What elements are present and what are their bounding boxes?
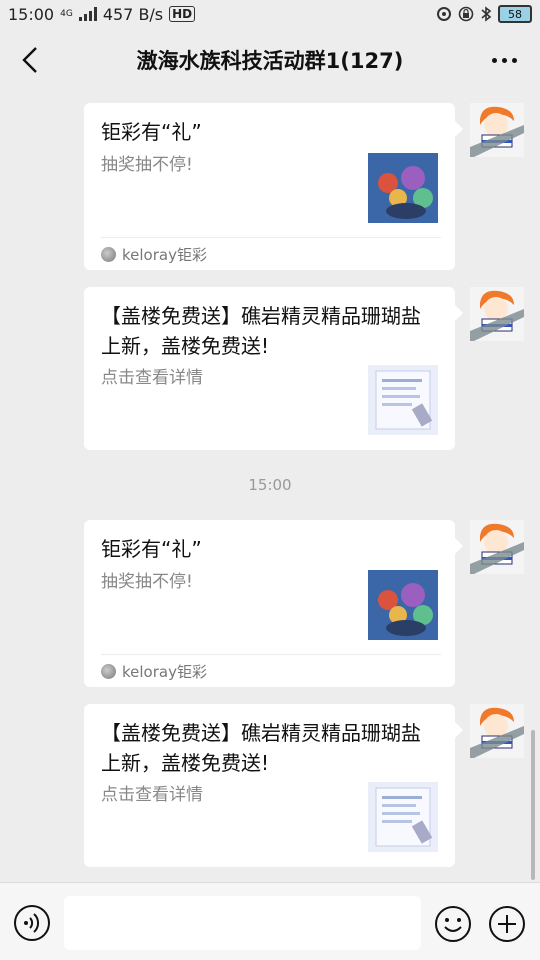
chat-header: 滶海水族科技活动群1(127) — [0, 28, 540, 92]
source-name: keloray钜彩 — [122, 662, 207, 681]
chat-title: 滶海水族科技活动群1(127) — [136, 49, 404, 73]
emoji-icon — [435, 906, 471, 942]
cartoon-avatar-icon — [470, 103, 524, 157]
more-dot — [511, 57, 517, 63]
card-thumbnail — [368, 570, 438, 640]
back-arrow-icon — [22, 47, 37, 73]
more-dots-icon — [491, 57, 497, 63]
input-bar — [0, 882, 540, 960]
source-logo-icon — [101, 663, 116, 679]
card-source: keloray钜彩 — [101, 654, 441, 687]
plus-icon — [489, 906, 525, 942]
card-thumbnail — [368, 782, 438, 852]
more-dot — [501, 57, 507, 63]
back-button[interactable] — [14, 42, 50, 78]
lock-rotation-icon — [458, 6, 474, 22]
more-functions-button[interactable] — [487, 904, 527, 944]
card-title: 【盖楼免费送】礁岩精灵精品珊瑚盐上新，盖楼免费送! — [101, 304, 421, 358]
avatar[interactable] — [470, 704, 524, 758]
battery-icon: 58 — [498, 5, 532, 23]
avatar[interactable] — [470, 103, 524, 157]
avatar[interactable] — [470, 287, 524, 341]
source-name: keloray钜彩 — [122, 245, 207, 264]
document-image — [368, 365, 438, 435]
scrollbar-thumb[interactable] — [531, 730, 535, 880]
cartoon-avatar-icon — [470, 520, 524, 574]
link-card[interactable]: 【盖楼免费送】礁岩精灵精品珊瑚盐上新，盖楼免费送! 点击查看详情 — [84, 704, 463, 867]
alarm-icon — [437, 7, 451, 21]
network-speed: 457 B/s — [102, 4, 164, 24]
link-card[interactable]: 钜彩有“礼” 抽奖抽不停! keloray钜彩 — [84, 103, 463, 270]
hd-icon: HD — [169, 6, 196, 22]
status-right: 58 — [436, 5, 532, 23]
source-logo-icon — [101, 246, 116, 262]
card-description: 点击查看详情 — [101, 785, 203, 805]
status-bar: 15:00 4G 457 B/s HD 58 — [0, 0, 540, 28]
document-image — [368, 782, 438, 852]
coral-image — [368, 153, 438, 223]
signal-icon — [78, 7, 97, 21]
status-time: 15:00 — [8, 4, 55, 24]
card-title: 钜彩有“礼” — [101, 120, 202, 144]
bluetooth-icon — [481, 6, 492, 22]
voice-icon — [14, 905, 50, 941]
card-thumbnail — [368, 365, 438, 435]
avatar[interactable] — [470, 520, 524, 574]
cartoon-avatar-icon — [470, 287, 524, 341]
more-button[interactable] — [482, 42, 526, 78]
coral-image — [368, 570, 438, 640]
card-thumbnail — [368, 153, 438, 223]
voice-button[interactable] — [13, 904, 51, 942]
card-description: 抽奖抽不停! — [101, 155, 193, 175]
network-type: 4G — [60, 9, 73, 19]
message-input[interactable] — [64, 896, 421, 950]
chat-timestamp: 15:00 — [248, 476, 292, 494]
emoji-button[interactable] — [433, 904, 473, 944]
link-card[interactable]: 钜彩有“礼” 抽奖抽不停! keloray钜彩 — [84, 520, 463, 687]
card-description: 抽奖抽不停! — [101, 572, 193, 592]
status-left: 15:00 4G 457 B/s HD — [8, 4, 196, 24]
link-card[interactable]: 【盖楼免费送】礁岩精灵精品珊瑚盐上新，盖楼免费送! 点击查看详情 — [84, 287, 463, 450]
card-description: 点击查看详情 — [101, 368, 203, 388]
cartoon-avatar-icon — [470, 704, 524, 758]
card-source: keloray钜彩 — [101, 237, 441, 270]
card-title: 钜彩有“礼” — [101, 537, 202, 561]
card-title: 【盖楼免费送】礁岩精灵精品珊瑚盐上新，盖楼免费送! — [101, 721, 421, 775]
